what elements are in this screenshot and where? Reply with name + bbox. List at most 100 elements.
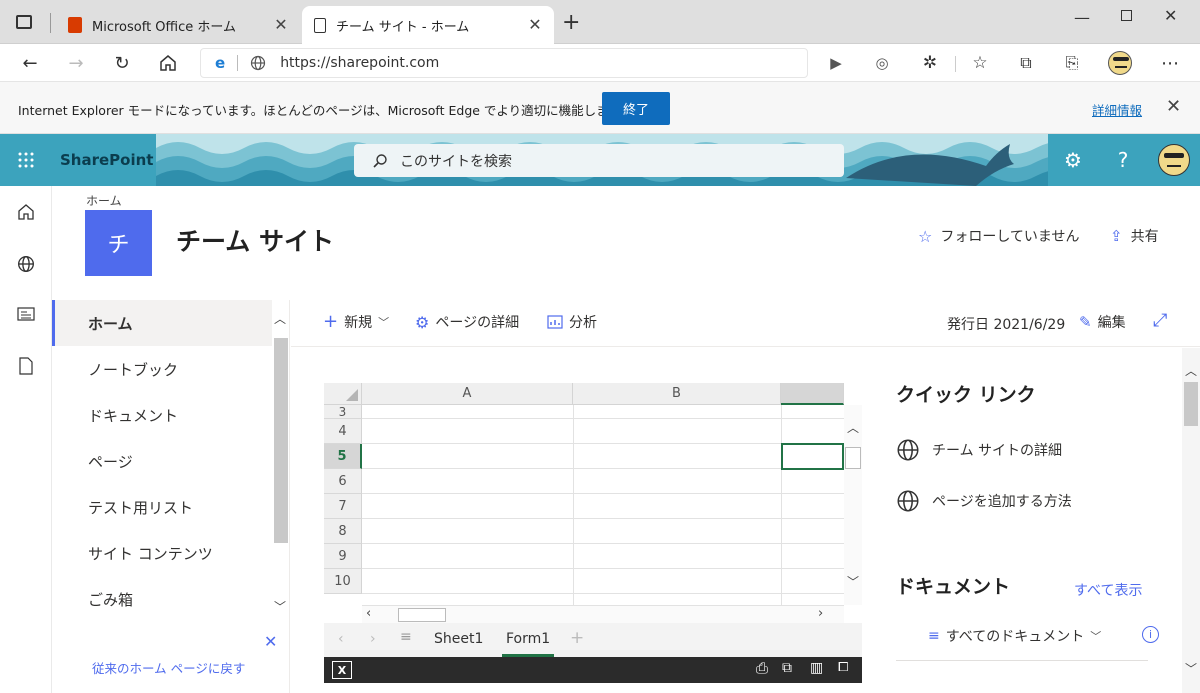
forward-button[interactable]: → [62,50,90,76]
extension-icon[interactable]: ◎ [868,50,896,76]
nav-item-site-contents[interactable]: サイト コンテンツ [52,530,272,576]
extensions-icon[interactable]: ✲ [916,50,944,76]
row-header[interactable]: 10 [324,569,362,594]
chevron-up-icon[interactable]: ︿ [847,419,859,436]
popout-icon[interactable]: ⧠ [838,660,848,675]
collections-icon[interactable]: ⧉ [1012,50,1040,76]
selected-cell[interactable] [781,443,844,470]
row-header[interactable]: 4 [324,419,362,444]
globe-icon[interactable] [14,252,38,276]
sheet-horizontal-scrollbar[interactable]: ‹ › [362,605,844,623]
site-search-box[interactable]: このサイトを検索 [354,144,844,177]
row-header[interactable]: 9 [324,544,362,569]
close-icon[interactable]: ✕ [1166,96,1181,117]
chevron-right-icon[interactable]: › [370,631,376,647]
site-title[interactable]: チーム サイト [176,222,334,258]
row-header[interactable]: 7 [324,494,362,519]
quicklink-item[interactable]: ページを追加する方法 [896,489,1072,513]
sheet-vertical-thumb[interactable] [845,447,861,469]
file-icon[interactable] [14,354,38,378]
nav-item-notebook[interactable]: ノートブック [52,346,272,392]
nav-item-home[interactable]: ホーム [52,300,272,346]
sheet-horizontal-thumb[interactable] [398,608,446,622]
app-name-area[interactable]: SharePoint [52,134,156,186]
sheet-vertical-scrollbar[interactable]: ︿ ﹀ [844,405,862,605]
expand-icon[interactable]: ⤢ [1153,310,1167,331]
edit-button[interactable]: ✎ 編集 [1079,312,1126,332]
read-aloud-icon[interactable]: ▶ [822,50,850,76]
back-button[interactable]: ← [16,50,44,76]
settings-button[interactable]: ⚙ [1048,134,1098,186]
details-link[interactable]: 詳細情報 [1092,100,1142,119]
nav-item-documents[interactable]: ドキュメント [52,392,272,438]
maximize-button[interactable] [1121,10,1132,21]
end-ie-mode-button[interactable]: 終了 [602,92,670,125]
add-sheet-button[interactable]: + [570,628,584,648]
nav-scrollbar-thumb[interactable] [274,338,288,543]
chevron-right-icon[interactable]: › [818,606,823,621]
follow-button[interactable]: ☆ フォローしていません [918,226,1080,246]
row-header[interactable]: 5 [324,444,362,469]
url-field[interactable]: e https://sharepoint.com [200,48,808,78]
site-logo[interactable]: チ [85,210,152,276]
minimize-button[interactable]: — [1074,8,1090,27]
chevron-left-icon[interactable]: ‹ [338,631,344,647]
tab-team-site[interactable]: チーム サイト - ホーム ✕ [302,6,554,44]
refresh-button[interactable]: ↻ [108,50,136,76]
page-scrollbar-thumb[interactable] [1184,382,1198,426]
grid-row [362,405,844,419]
account-button[interactable] [1148,134,1200,186]
see-all-link[interactable]: すべて表示 [1074,580,1142,600]
app-launcher-icon[interactable] [0,134,52,186]
nav-scrollbar[interactable]: ︿ ﹀ [272,308,290,620]
close-icon[interactable]: ✕ [526,15,544,34]
row-header[interactable]: 6 [324,469,362,494]
row-header[interactable]: 8 [324,519,362,544]
breadcrumb[interactable]: ホーム [86,192,122,209]
download-icon[interactable]: ⎙ [756,659,768,677]
chevron-up-icon[interactable]: ︿ [1185,362,1197,379]
chevron-left-icon[interactable]: ‹ [366,606,371,621]
tab-office[interactable]: Microsoft Office ホーム ✕ [56,6,300,44]
analytics-button[interactable]: 分析 [547,312,597,332]
page-details-button[interactable]: ⚙ ページの詳細 [415,312,519,332]
page-scrollbar[interactable]: ︿ ﹀ [1182,348,1200,693]
column-header-b[interactable]: B [573,383,781,405]
share-button[interactable]: ⇪ 共有 [1110,226,1159,246]
chevron-down-icon[interactable]: ﹀ [1185,660,1197,677]
profile-avatar[interactable] [1106,50,1134,76]
more-menu-icon[interactable]: ⋯ [1156,50,1184,76]
select-all-corner[interactable] [324,383,362,405]
close-icon[interactable]: ✕ [272,15,290,34]
favorites-icon[interactable]: ☆ [966,50,994,76]
chevron-down-icon[interactable]: ﹀ [274,598,286,615]
sheet-tab-form1[interactable]: Form1 [502,623,555,657]
nav-item-pages[interactable]: ページ [52,438,272,484]
quicklink-item[interactable]: チーム サイトの詳細 [896,438,1062,462]
tab-actions-icon[interactable] [16,15,32,29]
new-button[interactable]: + 新規 ﹀ [323,312,389,332]
document-view-selector[interactable]: ≡ すべてのドキュメント ﹀ [928,626,1101,646]
chevron-up-icon[interactable]: ︿ [274,310,286,327]
home-icon[interactable] [14,200,38,224]
return-classic-link[interactable]: 従来のホーム ページに戻す [92,658,245,677]
chevron-down-icon[interactable]: ﹀ [847,573,859,590]
reading-view-icon[interactable]: ▥ [810,660,823,676]
row-header[interactable]: 3 [324,405,362,419]
news-icon[interactable] [14,302,38,326]
info-icon[interactable]: i [1142,626,1159,643]
close-icon[interactable]: ✕ [264,632,277,651]
share-browser-icon[interactable]: ⎘ [1058,50,1086,76]
sheet-tab-sheet1[interactable]: Sheet1 [434,631,483,647]
office-icon [68,17,82,33]
home-button[interactable] [154,50,182,76]
column-header-c[interactable] [781,383,844,405]
sheet-list-icon[interactable]: ≡ [400,629,412,645]
close-window-button[interactable]: ✕ [1164,6,1177,25]
new-tab-button[interactable]: + [562,12,580,34]
help-button[interactable]: ? [1098,134,1148,186]
nav-item-test-list[interactable]: テスト用リスト [52,484,272,530]
copy-icon[interactable]: ⧉ [782,660,792,676]
nav-item-recycle-bin[interactable]: ごみ箱 [52,576,272,622]
column-header-a[interactable]: A [362,383,573,405]
